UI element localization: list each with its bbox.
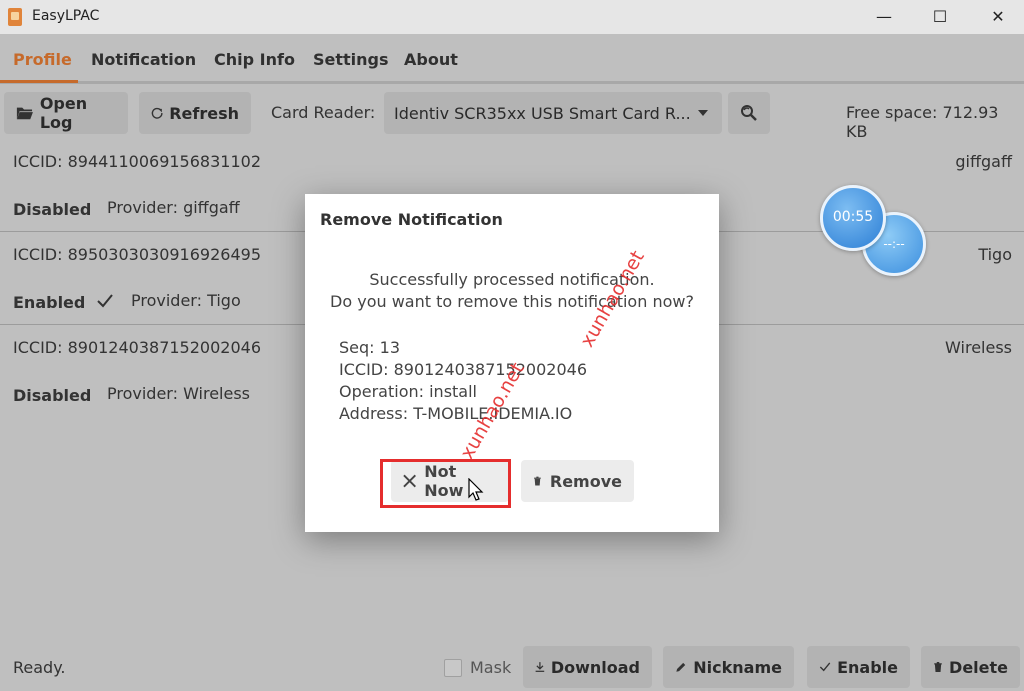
open-log-label: Open Log [39,94,88,132]
profile-iccid: ICCID: 8950303030916926495 [13,245,261,264]
tab-settings[interactable]: Settings [313,50,389,69]
profile-iccid: ICCID: 8944110069156831102 [13,152,261,171]
pencil-icon [676,662,686,672]
tab-track [0,81,1024,84]
profile-provider: Provider: giffgaff [107,198,240,217]
profile-nickname: Wireless [945,338,1012,357]
tab-notification[interactable]: Notification [91,50,196,69]
sim-card-icon [8,8,22,26]
enable-button[interactable]: Enable [807,646,910,688]
close-button[interactable]: ✕ [976,4,1020,30]
remove-button[interactable]: Remove [521,460,634,502]
card-reader-select[interactable]: Identiv SCR35xx USB Smart Card R... [384,92,722,134]
open-log-button[interactable]: Open Log [4,92,128,134]
app-window: EasyLPAC — ☐ ✕ Profile Notification Chip… [0,0,1024,691]
timer-bubble[interactable]: 00:55 [820,185,886,251]
trash-icon [934,661,942,673]
title-bar: EasyLPAC — ☐ ✕ [0,0,1024,34]
checkmark-icon [97,294,113,308]
tab-chip-info[interactable]: Chip Info [214,50,295,69]
profile-iccid: ICCID: 8901240387152002046 [13,338,261,357]
tab-active-indicator [0,80,78,83]
dialog-message-line1: Successfully processed notification. [369,270,655,289]
folder-open-icon [16,107,33,120]
delete-label: Delete [949,657,1008,677]
status-text: Ready. [13,658,66,677]
remove-label: Remove [549,471,622,491]
dialog-iccid: ICCID: 8901240387152002046 [339,360,587,379]
chevron-down-icon [698,110,708,116]
dialog-address: Address: T-MOBILE.IDEMIA.IO [339,404,573,423]
maximize-button[interactable]: ☐ [918,4,962,30]
dialog-message-line2: Do you want to remove this notification … [330,292,694,311]
download-icon [535,662,545,672]
card-reader-label: Card Reader: [271,103,376,122]
mask-checkbox[interactable] [444,659,462,677]
profile-state: Disabled [13,200,92,219]
enable-label: Enable [837,657,898,677]
nickname-button[interactable]: Nickname [663,646,794,688]
toolbar: Open Log Refresh Card Reader: Identiv SC… [0,90,1024,141]
delete-button[interactable]: Delete [921,646,1020,688]
profile-provider: Provider: Tigo [131,291,241,310]
dialog-title: Remove Notification [320,210,503,229]
free-space-text: Free space: 712.93 KB [846,103,999,141]
tab-bar: Profile Notification Chip Info Settings … [0,34,1024,84]
card-reader-value: Identiv SCR35xx USB Smart Card R... [394,103,691,123]
trash-icon [534,476,541,486]
download-button[interactable]: Download [523,646,652,688]
scan-reader-button[interactable] [728,92,770,134]
tab-about[interactable]: About [404,50,458,69]
checkmark-icon [819,662,831,672]
download-label: Download [550,657,640,677]
highlight-box [380,459,511,508]
mask-label: Mask [470,658,512,677]
nickname-label: Nickname [693,657,782,677]
profile-provider: Provider: Wireless [107,384,251,403]
tab-profile[interactable]: Profile [13,50,72,69]
refresh-icon [151,107,163,119]
profile-nickname: Tigo [978,245,1012,264]
profile-nickname: giffgaff [955,152,1012,171]
window-title: EasyLPAC [32,8,100,24]
refresh-label: Refresh [169,103,239,123]
search-refresh-icon [741,105,757,121]
profile-state: Disabled [13,386,92,405]
dialog-seq: Seq: 13 [339,338,400,357]
profile-state: Enabled [13,293,86,312]
dialog-operation: Operation: install [339,382,477,401]
mouse-cursor-icon [468,478,484,501]
refresh-button[interactable]: Refresh [139,92,251,134]
minimize-button[interactable]: — [862,4,906,30]
status-bar: Ready. Mask Download Nickname Enable Del… [0,644,1024,691]
